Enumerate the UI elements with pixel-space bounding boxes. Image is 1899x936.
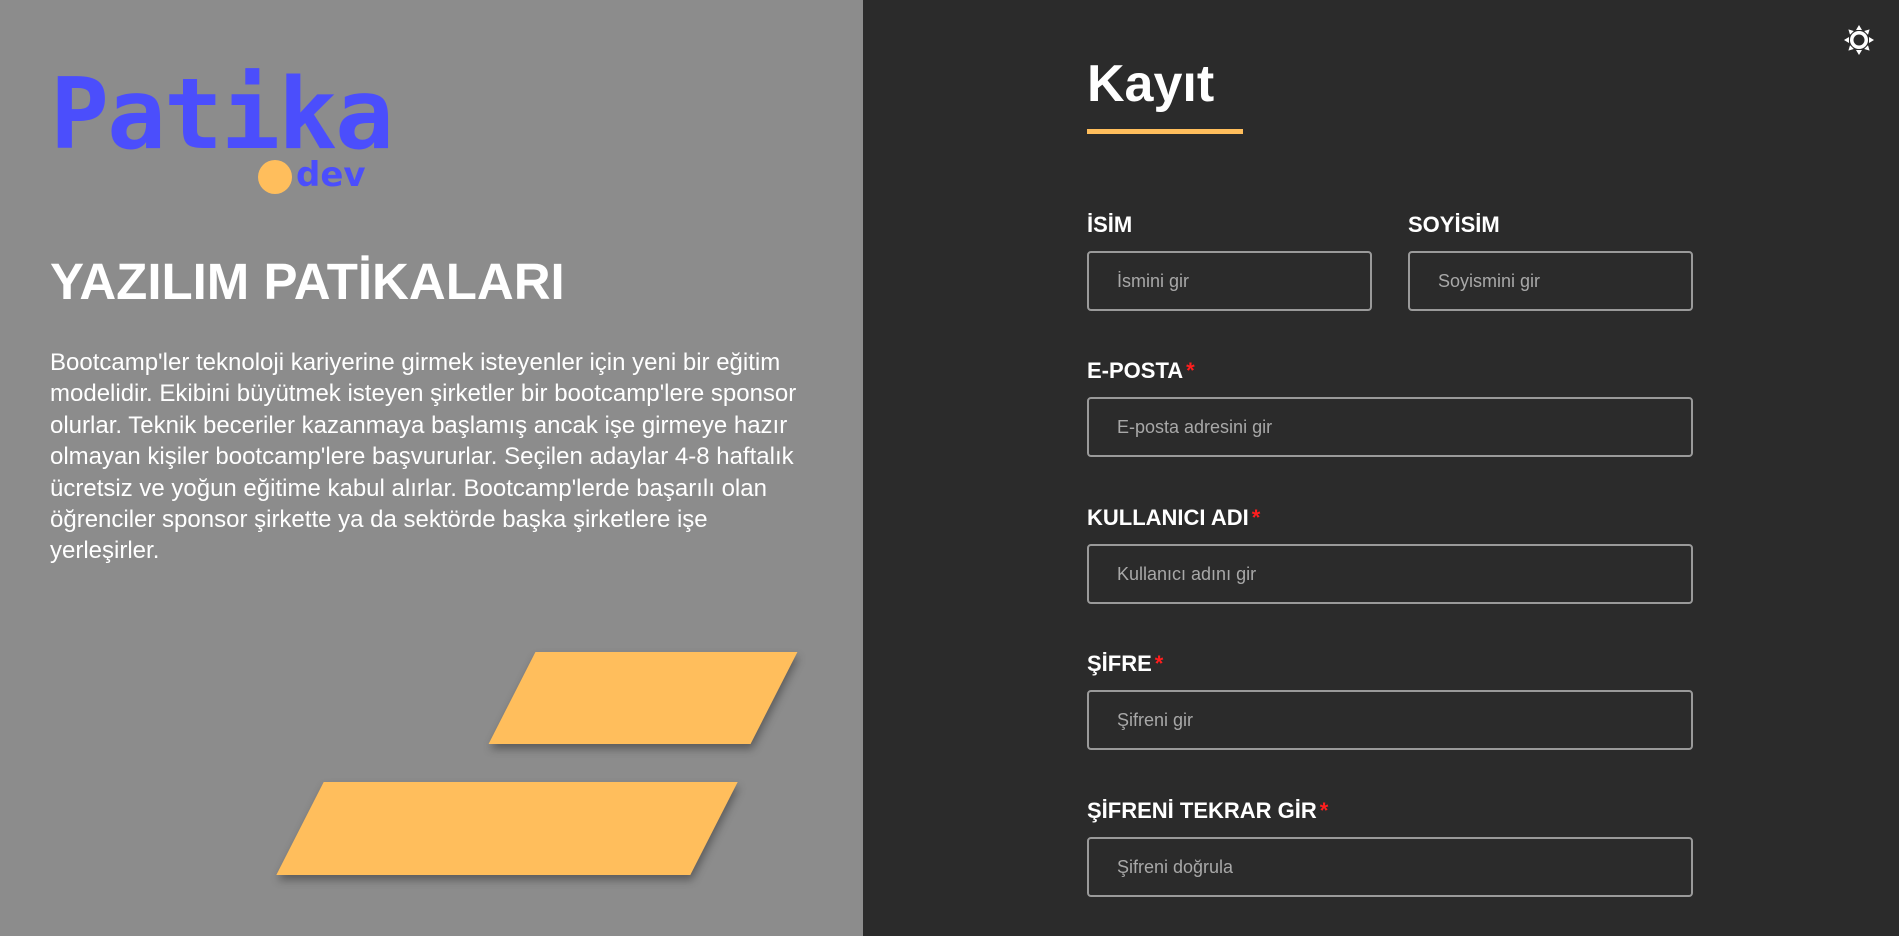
logo-wordmark: Patika: [50, 58, 394, 172]
password-input[interactable]: [1087, 690, 1693, 750]
first-name-label: İSİM: [1087, 212, 1132, 238]
email-label-text: E-POSTA: [1087, 358, 1184, 383]
password-confirm-label: ŞİFRENİ TEKRAR GİR *: [1087, 798, 1328, 824]
required-asterisk: *: [1319, 798, 1329, 823]
password-confirm-input[interactable]: [1087, 837, 1693, 897]
email-input[interactable]: [1087, 397, 1693, 457]
required-asterisk: *: [1186, 358, 1195, 383]
form-title: Kayıt: [1087, 55, 1215, 113]
password-label-text: ŞİFRE: [1087, 651, 1152, 676]
username-input[interactable]: [1087, 544, 1693, 604]
username-label-text: KULLANICI ADI: [1087, 505, 1249, 530]
email-label: E-POSTA *: [1087, 358, 1195, 384]
signup-panel: Kayıt İSİM SOYİSİM E-POSTA* KULLANICI AD…: [863, 0, 1899, 936]
last-name-input[interactable]: [1408, 251, 1693, 311]
title-underline: [1087, 129, 1243, 134]
required-asterisk: *: [1154, 651, 1164, 676]
logo-dot-icon: [258, 160, 292, 194]
password-confirm-label-text: ŞİFRENİ TEKRAR GİR: [1087, 798, 1317, 823]
decor-parallelogram-top: [488, 652, 798, 744]
info-title: YAZILIM PATİKALARI: [50, 253, 565, 310]
sun-icon: [1844, 25, 1874, 55]
page: Patika dev YAZILIM PATİKALARI Bootcamp'l…: [0, 0, 1899, 936]
username-label: KULLANICI ADI *: [1087, 505, 1260, 531]
logo-suffix: dev: [296, 155, 366, 195]
password-label: ŞİFRE *: [1087, 651, 1163, 677]
required-asterisk: *: [1251, 505, 1261, 530]
first-name-input[interactable]: [1087, 251, 1372, 311]
info-description: Bootcamp'ler teknoloji kariyerine girmek…: [50, 349, 797, 565]
last-name-label: SOYİSİM: [1408, 212, 1500, 238]
decor-parallelogram-bottom: [276, 782, 738, 875]
first-name-label-text: İSİM: [1087, 212, 1133, 237]
last-name-label-text: SOYİSİM: [1408, 212, 1500, 237]
patika-logo[interactable]: Patika dev: [50, 66, 394, 200]
theme-toggle-button[interactable]: [1843, 24, 1875, 56]
info-panel: Patika dev YAZILIM PATİKALARI Bootcamp'l…: [0, 0, 863, 936]
